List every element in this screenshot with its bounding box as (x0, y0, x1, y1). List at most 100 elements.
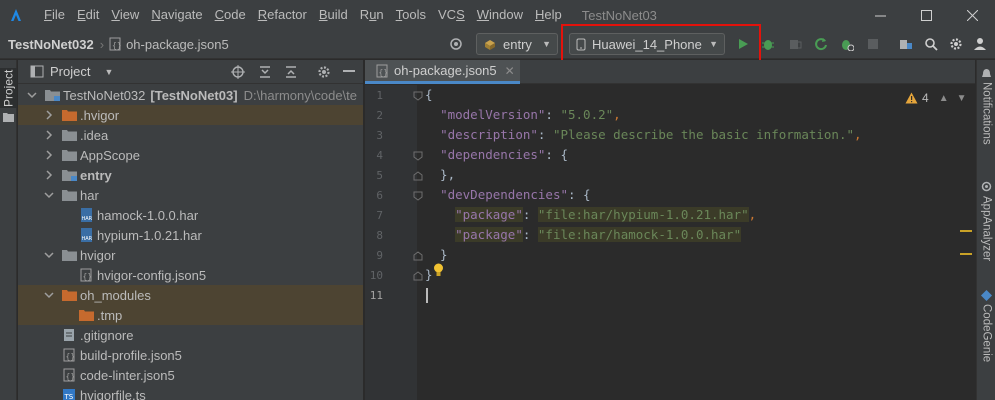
fold-marker-icon[interactable] (413, 191, 423, 201)
chevron-down-icon[interactable]: ▼ (957, 93, 967, 104)
menu-item[interactable]: Window (471, 0, 529, 30)
tree-row[interactable]: oh_modules (18, 285, 363, 305)
editor-tab-bar: {} oh-package.json5 ✕ (365, 60, 975, 84)
tree-row[interactable]: har (18, 185, 363, 205)
excluded-folder-icon (78, 308, 94, 322)
project-tool-tab[interactable]: Project (0, 68, 17, 108)
collapse-all-icon[interactable] (284, 65, 298, 79)
chevron-down-icon[interactable] (43, 289, 55, 301)
tree-row-label: har (80, 187, 99, 203)
chevron-right-icon[interactable] (43, 129, 55, 141)
chevron-right-icon[interactable] (43, 149, 55, 161)
code-line: "dependencies": { (425, 145, 568, 165)
profiler-icon[interactable] (837, 34, 857, 54)
lightbulb-icon[interactable] (433, 263, 444, 278)
run-icon[interactable] (733, 34, 753, 54)
minimize-button[interactable] (857, 0, 903, 30)
tree-row[interactable]: HAR hamock-1.0.0.har (18, 205, 363, 225)
tree-row[interactable]: HAR hypium-1.0.21.har (18, 225, 363, 245)
appanalyzer-tool-tab[interactable]: AppAnalyzer (977, 196, 995, 261)
fold-marker-icon[interactable] (413, 271, 423, 281)
tree-row[interactable]: .gitignore (18, 325, 363, 345)
chevron-right-icon[interactable] (43, 169, 55, 181)
fold-marker-icon[interactable] (413, 91, 423, 101)
stop-icon[interactable] (863, 34, 883, 54)
tree-row[interactable]: hvigor (18, 245, 363, 265)
fold-marker-icon[interactable] (413, 151, 423, 161)
line-number: 8 (376, 229, 383, 242)
har-file-icon: HAR (78, 208, 94, 222)
code-token: } (425, 247, 448, 262)
attach-debugger-icon[interactable] (785, 34, 805, 54)
menu-item[interactable]: Tools (390, 0, 432, 30)
warning-count: 4 (922, 91, 929, 105)
svg-text:{}: {} (66, 372, 76, 381)
menu-item[interactable]: Build (313, 0, 354, 30)
menu-item[interactable]: Navigate (145, 0, 208, 30)
inspection-widget[interactable]: 4 ▲ ▼ (905, 91, 967, 105)
svg-text:{}: {} (112, 41, 122, 50)
menu-item[interactable]: File (38, 0, 71, 30)
gear-icon[interactable] (317, 65, 331, 79)
chevron-down-icon[interactable] (26, 89, 38, 101)
code-editor[interactable]: 1 2 3 4 5 6 7 8 9 10 11 { "modelVersion": "5.0.2",… (365, 85, 975, 400)
chevron-right-icon[interactable] (43, 109, 55, 121)
tree-row[interactable]: {} code-linter.json5 (18, 365, 363, 385)
json-file-icon: {} (61, 368, 77, 382)
project-structure-icon[interactable] (896, 34, 916, 54)
warning-stripe-marker[interactable] (960, 230, 972, 232)
breadcrumb-project[interactable]: TestNoNet032 (8, 37, 94, 52)
minimize-panel-icon[interactable] (343, 70, 355, 73)
menu-item[interactable]: View (105, 0, 145, 30)
search-icon[interactable] (921, 34, 941, 54)
menu-item[interactable]: Help (529, 0, 568, 30)
menu-item[interactable]: Refactor (252, 0, 313, 30)
maximize-button[interactable] (903, 0, 949, 30)
close-tab-icon[interactable]: ✕ (505, 64, 515, 78)
tree-row-label: .hvigor (80, 107, 120, 123)
json-file-icon: {} (109, 37, 122, 51)
line-number: 1 (376, 89, 383, 102)
module-folder-icon (44, 88, 60, 102)
chevron-up-icon[interactable]: ▲ (939, 93, 949, 104)
menu-item[interactable]: VCS (432, 0, 471, 30)
tree-row[interactable]: .tmp (18, 305, 363, 325)
user-icon[interactable] (970, 34, 990, 54)
reload-icon[interactable] (811, 34, 831, 54)
menu-item[interactable]: Edit (71, 0, 105, 30)
project-panel: Project ▼ TestNoNet032 [TestNoNet03] D:\ha… (18, 60, 364, 400)
editor-tab[interactable]: {} oh-package.json5 ✕ (365, 60, 520, 84)
breadcrumb-file[interactable]: oh-package.json5 (126, 37, 229, 52)
expand-all-icon[interactable] (258, 65, 272, 79)
tree-row[interactable]: TestNoNet032 [TestNoNet03] D:\harmony\code… (18, 85, 363, 105)
tree-row[interactable]: .hvigor (18, 105, 363, 125)
fold-marker-icon[interactable] (413, 251, 423, 261)
code-token: : (522, 207, 538, 222)
tree-row[interactable]: entry (18, 165, 363, 185)
gear-icon[interactable] (946, 34, 966, 54)
menu-item[interactable]: Run (354, 0, 390, 30)
menu-item[interactable]: Code (209, 0, 252, 30)
device-selector[interactable]: Huawei_14_Phone ▼ (569, 33, 725, 55)
warning-stripe-marker[interactable] (960, 253, 972, 255)
locate-icon[interactable] (231, 65, 245, 79)
target-icon[interactable] (446, 34, 466, 54)
tree-row-label: hypium-1.0.21.har (97, 227, 202, 243)
code-token: } (425, 267, 433, 282)
notifications-tool-tab[interactable]: Notifications (977, 82, 995, 145)
debug-icon[interactable] (758, 34, 778, 54)
chevron-down-icon[interactable] (43, 189, 55, 201)
chevron-down-icon[interactable]: ▼ (104, 67, 113, 77)
project-panel-title[interactable]: Project (50, 64, 90, 79)
tree-row[interactable]: AppScope (18, 145, 363, 165)
close-button[interactable] (949, 0, 995, 30)
tree-row[interactable]: {} build-profile.json5 (18, 345, 363, 365)
tree-row[interactable]: {} hvigor-config.json5 (18, 265, 363, 285)
module-selector[interactable]: entry ▼ (476, 33, 558, 55)
tree-row[interactable]: .idea (18, 125, 363, 145)
fold-marker-icon[interactable] (413, 171, 423, 181)
tree-row[interactable]: TS hvigorfile.ts (18, 385, 363, 400)
chevron-down-icon[interactable] (43, 249, 55, 261)
codegenie-tool-tab[interactable]: CodeGenie (977, 304, 995, 362)
